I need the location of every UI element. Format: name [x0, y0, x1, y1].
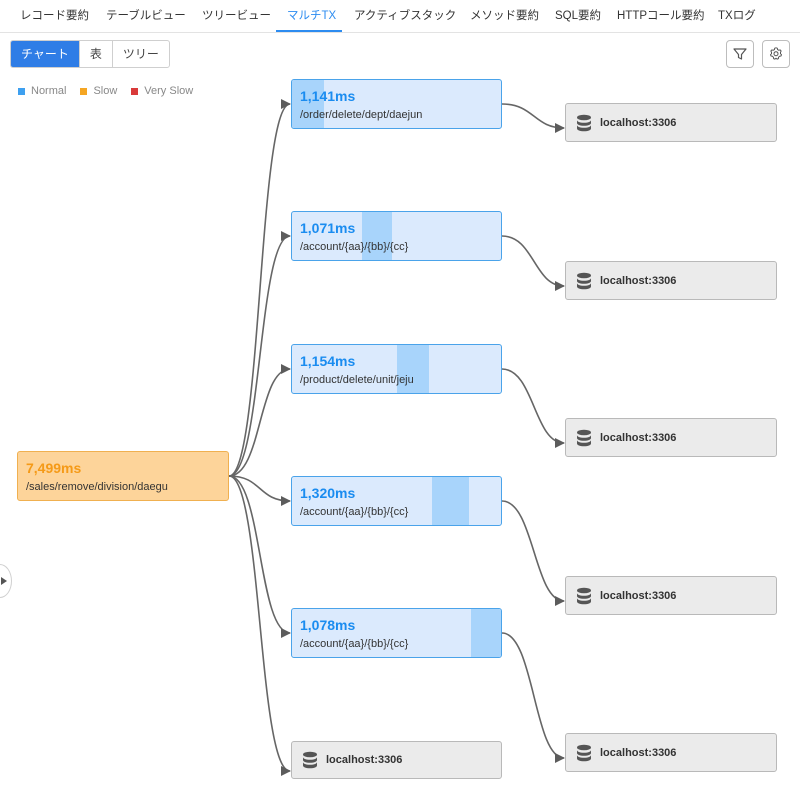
tx-node-1-time: 1,141ms — [300, 88, 356, 104]
database-icon — [577, 429, 591, 446]
root-transaction-node[interactable]: 7,499ms /sales/remove/division/daegu — [17, 451, 229, 501]
db-node-4[interactable]: localhost:3306 — [565, 576, 777, 615]
db-node-3-label: localhost:3306 — [600, 431, 677, 444]
root-transaction-path: /sales/remove/division/daegu — [26, 481, 168, 493]
tx-node-2[interactable]: 1,071ms /account/{aa}/{bb}/{cc} — [291, 211, 502, 261]
database-icon — [577, 744, 591, 761]
tx-node-1[interactable]: 1,141ms /order/delete/dept/daejun — [291, 79, 502, 129]
tx-node-4[interactable]: 1,320ms /account/{aa}/{bb}/{cc} — [291, 476, 502, 526]
tx-node-1-path: /order/delete/dept/daejun — [300, 109, 423, 121]
tx-node-5-path: /account/{aa}/{bb}/{cc} — [300, 638, 409, 650]
database-icon — [303, 751, 317, 769]
edge-root-to-db — [228, 475, 291, 776]
edge-tx-5-to-db — [501, 632, 565, 763]
edge-root-to-tx-2 — [228, 231, 291, 477]
database-icon — [577, 272, 591, 289]
tx-node-4-time: 1,320ms — [300, 485, 356, 501]
tx-node-2-time: 1,071ms — [300, 220, 356, 236]
db-node-direct[interactable]: localhost:3306 — [291, 741, 502, 779]
edge-root-to-tx-1 — [228, 99, 291, 477]
tx-node-5[interactable]: 1,078ms /account/{aa}/{bb}/{cc} — [291, 608, 502, 658]
tx-node-2-path: /account/{aa}/{bb}/{cc} — [300, 241, 409, 253]
edge-tx-4-to-db — [501, 500, 565, 606]
db-node-3[interactable]: localhost:3306 — [565, 418, 777, 457]
database-icon — [577, 587, 591, 604]
tx-node-3-time: 1,154ms — [300, 353, 356, 369]
db-node-1-label: localhost:3306 — [600, 116, 677, 129]
db-node-1[interactable]: localhost:3306 — [565, 103, 777, 142]
edge-tx-3-to-db — [501, 368, 565, 448]
tx-node-3-path: /product/delete/unit/jeju — [300, 374, 414, 386]
tx-node-5-time: 1,078ms — [300, 617, 356, 633]
edge-tx-2-to-db — [501, 235, 565, 291]
tx-node-3[interactable]: 1,154ms /product/delete/unit/jeju — [291, 344, 502, 394]
tx-node-5-duration-bar — [470, 609, 501, 657]
tx-node-4-path: /account/{aa}/{bb}/{cc} — [300, 506, 409, 518]
edge-root-to-tx-3 — [228, 364, 291, 477]
edge-tx-1-to-db — [501, 103, 565, 133]
db-node-direct-label: localhost:3306 — [326, 754, 403, 766]
db-node-4-label: localhost:3306 — [600, 589, 677, 602]
tx-node-4-duration-bar — [432, 477, 470, 525]
db-node-2-label: localhost:3306 — [600, 274, 677, 287]
db-node-5[interactable]: localhost:3306 — [565, 733, 777, 772]
root-transaction-time: 7,499ms — [26, 460, 82, 476]
db-node-5-label: localhost:3306 — [600, 746, 677, 759]
db-node-2[interactable]: localhost:3306 — [565, 261, 777, 300]
database-icon — [577, 114, 591, 131]
